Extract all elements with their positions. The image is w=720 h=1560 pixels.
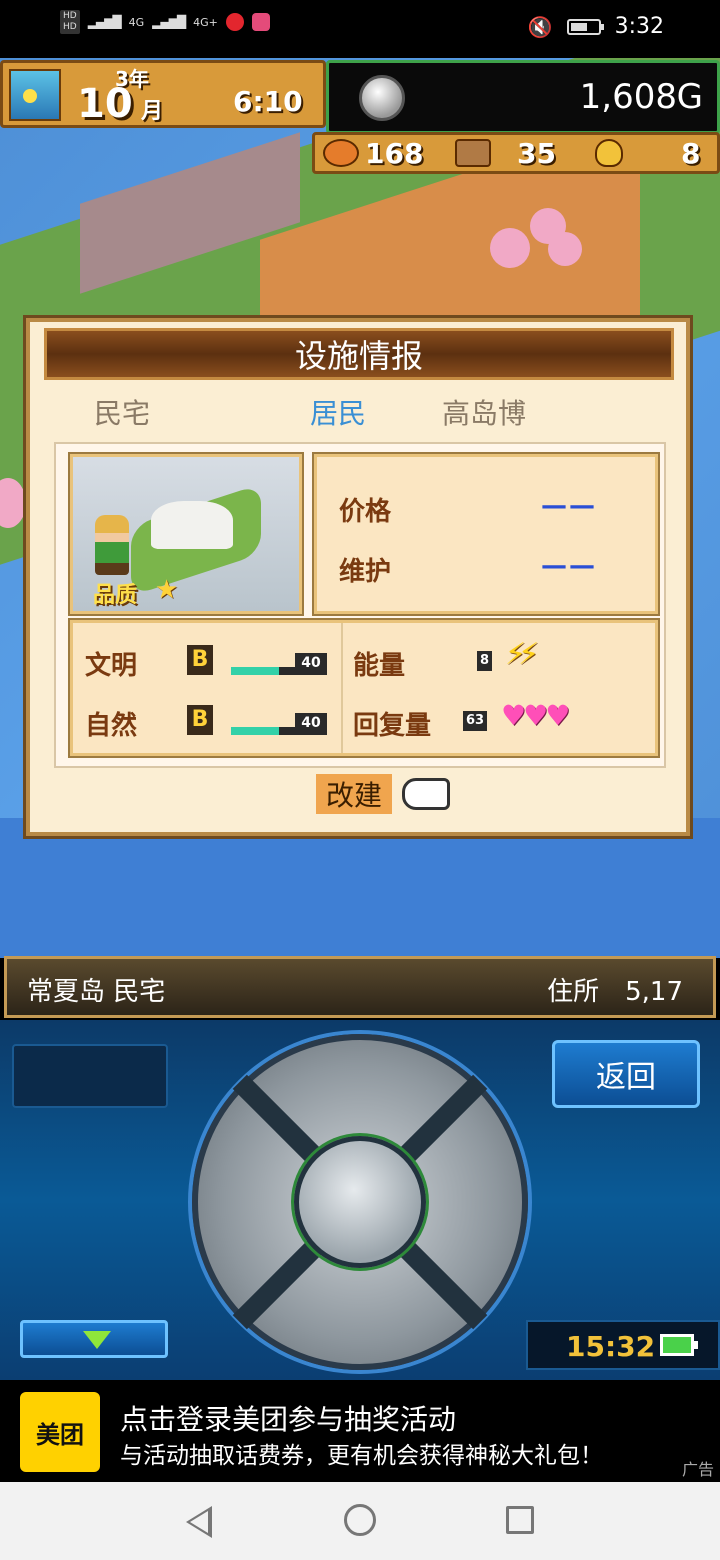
hd-icon: HD HD	[60, 10, 80, 34]
menu-down-button[interactable]	[20, 1320, 168, 1358]
controller-slot[interactable]	[12, 1044, 168, 1108]
cost-box: 价格 —— 维护 ——	[314, 454, 658, 614]
month-number: 10	[77, 81, 133, 127]
nav-recents-icon[interactable]	[506, 1506, 534, 1534]
nature-bar-fill	[231, 727, 279, 735]
tab-residents[interactable]: 居民	[310, 392, 366, 432]
facility-detail-panel: 品质 ★ 价格 —— 维护 —— 文明 B 40 自然 B 40 能量 8 ⚡⚡…	[54, 442, 666, 768]
recovery-value: 63	[463, 711, 488, 731]
battery-icon	[566, 18, 604, 35]
quality-label: 品质	[93, 583, 138, 608]
price-label: 价格	[339, 497, 392, 527]
signal-icon: ▂▄▆█	[87, 15, 122, 29]
preview-house-icon	[151, 501, 233, 549]
culture-value: 40	[295, 653, 327, 673]
game-clock: 6:10	[233, 85, 303, 118]
device-time: 15:32	[566, 1330, 656, 1363]
status-bar: HD HD ▂▄▆█ 4G ▂▄▆█ 4G+ 🔇 3:32	[0, 0, 720, 58]
recovery-heart-icon: ♥♥♥	[501, 699, 570, 732]
water-area	[0, 818, 720, 958]
nav-back-icon[interactable]	[186, 1506, 212, 1538]
location-name: 常夏岛 民宅	[27, 977, 166, 1007]
cherry-tree	[490, 228, 530, 268]
food-amount: 168	[365, 136, 424, 170]
system-nav-bar	[0, 1482, 720, 1560]
energy-label: 能量	[353, 651, 406, 681]
culture-bar-fill	[231, 667, 279, 675]
ad-banner[interactable]: 美团 点击登录美团参与抽奖活动 与活动抽取话费券，更有机会获得神秘大礼包！ 广告	[0, 1380, 720, 1482]
location-address: 住所 5,17	[547, 977, 683, 1007]
status-left: HD HD ▂▄▆█ 4G ▂▄▆█ 4G+	[60, 10, 270, 34]
gold-panel: 1,608 G	[326, 60, 720, 134]
nature-label: 自然	[85, 711, 138, 741]
dialog-title: 设施情报	[44, 328, 674, 380]
facility-info-dialog: 设施情报 民宅 居民 高岛博 品质 ★ 价格 —— 维护 —— 文明 B 40 …	[26, 318, 690, 836]
nature-value: 40	[295, 713, 327, 733]
food-icon	[323, 139, 359, 167]
recovery-label: 回复量	[353, 711, 432, 741]
status-time: 3:32	[614, 14, 664, 39]
wood-resource: 35	[447, 137, 587, 170]
dpad-center-button[interactable]	[294, 1136, 426, 1268]
tab-resident-name[interactable]: 高岛博	[442, 392, 526, 432]
location-bar: 常夏岛 民宅 住所 5,17	[4, 956, 716, 1018]
gold-amount: 1,608	[579, 77, 677, 117]
tab-house[interactable]: 民宅	[94, 392, 150, 432]
rebuild-button[interactable]: 改建	[316, 774, 393, 814]
energy-bolt-icon: ⚡⚡	[505, 637, 539, 672]
signal-icon-2: ▂▄▆█	[152, 15, 186, 29]
resources-panel: 168 35 8	[312, 132, 720, 174]
virtual-controller: 返回 15:32	[0, 1020, 720, 1380]
app-notification-icon	[225, 13, 244, 31]
video-app-icon	[251, 13, 270, 31]
cherry-tree	[548, 232, 582, 266]
medal-icon	[595, 139, 623, 167]
device-clock-panel: 15:32	[526, 1320, 720, 1370]
culture-label: 文明	[85, 651, 138, 681]
stats-divider	[341, 623, 343, 753]
stats-box: 文明 B 40 自然 B 40 能量 8 ⚡⚡ 回复量 63 ♥♥♥	[70, 620, 658, 756]
network-label-2: 4G+	[193, 15, 218, 29]
weather-sun-icon	[9, 69, 61, 121]
nav-home-icon[interactable]	[344, 1504, 376, 1536]
wood-icon	[455, 139, 491, 167]
dialog-tabs: 民宅 居民 高岛博	[30, 392, 686, 436]
maintenance-value: ——	[541, 551, 597, 581]
meituan-logo[interactable]: 美团	[20, 1392, 100, 1472]
energy-value: 8	[477, 651, 493, 671]
back-button[interactable]: 返回	[552, 1040, 700, 1108]
ad-title[interactable]: 点击登录美团参与抽奖活动	[120, 1398, 456, 1438]
month-label: 月	[141, 99, 164, 124]
food-resource: 168	[315, 137, 447, 170]
facility-preview: 品质 ★	[70, 454, 302, 614]
device-battery-icon	[660, 1334, 698, 1356]
status-right: 🔇 3:32	[528, 14, 664, 39]
medal-amount: 8	[681, 136, 701, 170]
mute-icon: 🔇	[527, 14, 553, 39]
wood-amount: 35	[517, 136, 556, 170]
coin-icon	[359, 75, 405, 121]
maintenance-label: 维护	[339, 557, 392, 587]
ad-subtitle[interactable]: 与活动抽取话费券，更有机会获得神秘大礼包！	[120, 1436, 603, 1470]
medal-resource: 8	[587, 137, 707, 170]
quality-star-icon: ★	[155, 575, 179, 605]
nature-grade: B	[187, 705, 213, 735]
resident-sprite	[95, 515, 129, 575]
date-panel: 3年 10 月 6:10	[0, 60, 326, 128]
pointing-hand-icon	[402, 778, 450, 810]
network-label-1: 4G	[128, 15, 145, 29]
culture-grade: B	[187, 645, 213, 675]
dpad[interactable]	[192, 1034, 528, 1370]
price-value: ——	[541, 491, 597, 521]
ad-tag: 广告	[681, 1460, 714, 1479]
gold-unit: G	[676, 77, 703, 117]
